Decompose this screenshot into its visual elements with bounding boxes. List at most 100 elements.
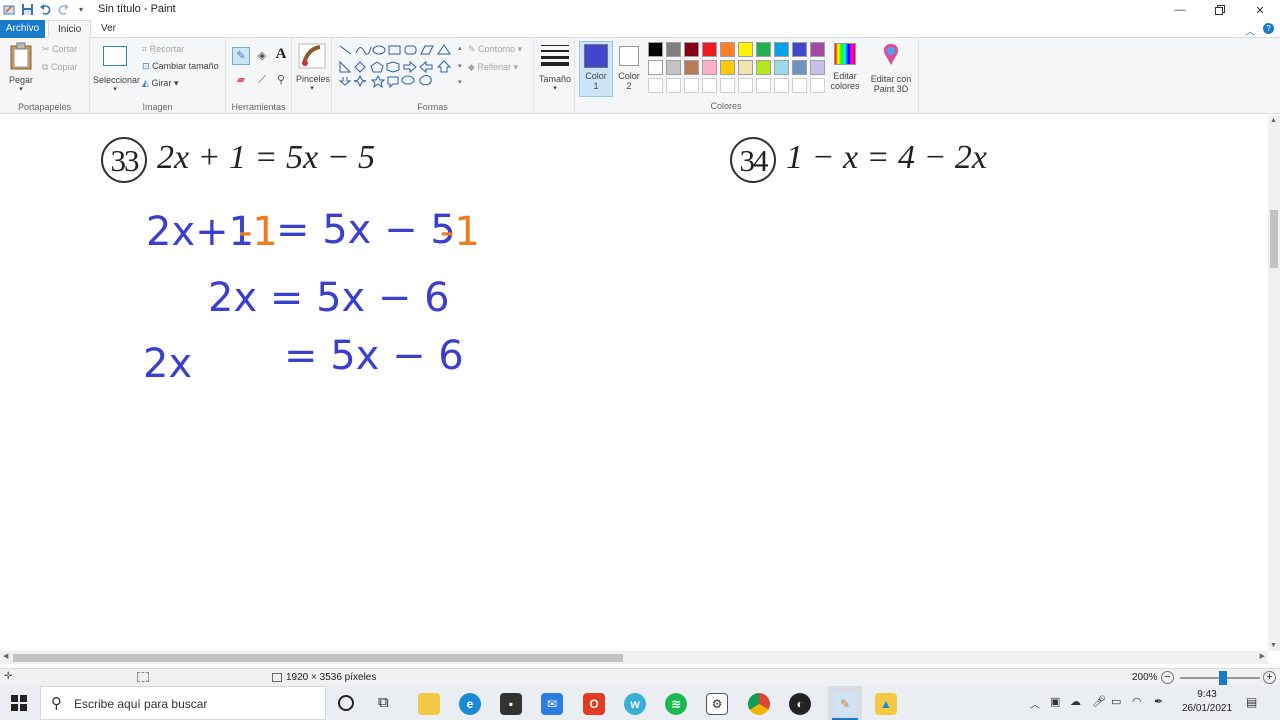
select-button[interactable]: Seleccionar ▾	[93, 44, 140, 93]
cut-button[interactable]: ✂ Cortar	[42, 44, 77, 55]
tab-view[interactable]: Ver	[92, 20, 125, 38]
collapse-ribbon-icon[interactable]: ︿	[1245, 23, 1255, 38]
custom-color-slot[interactable]	[792, 78, 807, 93]
windows-start-icon[interactable]	[11, 695, 27, 714]
shapes-scroll-up-icon[interactable]: ▴	[458, 44, 462, 52]
eraser-icon[interactable]: ▰	[232, 71, 250, 89]
shapes-scroll-down-icon[interactable]: ▾	[458, 62, 462, 70]
notifications-icon[interactable]: ▤	[1246, 695, 1257, 709]
color-swatch[interactable]	[648, 42, 663, 57]
drawing-canvas[interactable]: 33 2x + 1 = 5x − 5 34 1 − x = 4 − 2x 2x+1 …	[0, 115, 1268, 651]
horizontal-scroll-thumb[interactable]	[13, 654, 623, 662]
show-hidden-icons[interactable]: ︿	[1030, 696, 1040, 711]
pen-icon[interactable]: ✒	[1154, 695, 1163, 708]
scroll-left-icon[interactable]: ◀	[3, 652, 8, 660]
pencil-tool-icon[interactable]: ✎	[232, 47, 250, 65]
color1-selector[interactable]: Color 1	[579, 41, 613, 97]
task-view-icon[interactable]: ⧉	[378, 694, 389, 711]
settings-gear-icon[interactable]: ⚙	[706, 693, 728, 715]
battery-icon[interactable]: ▭	[1111, 695, 1121, 708]
color-swatch[interactable]	[648, 60, 663, 75]
paste-button[interactable]: Pegar ▾	[7, 42, 35, 94]
color-swatch[interactable]	[756, 60, 771, 75]
file-explorer-icon[interactable]	[418, 693, 440, 715]
magnifier-icon[interactable]: ⚲	[272, 71, 290, 89]
zoom-out-button[interactable]: −	[1161, 671, 1174, 684]
tab-home[interactable]: Inicio	[48, 20, 92, 39]
zoom-in-button[interactable]: +	[1263, 671, 1276, 684]
custom-color-slot[interactable]	[702, 78, 717, 93]
color-swatch[interactable]	[720, 60, 735, 75]
vertical-scrollbar[interactable]: ▲ ▼	[1268, 115, 1280, 651]
edge-icon[interactable]: e	[459, 693, 481, 715]
minimize-button[interactable]: —	[1160, 0, 1200, 20]
copy-button[interactable]: ⧉ Copiar	[42, 62, 77, 73]
shapes-gallery[interactable]	[338, 43, 458, 93]
zoom-slider-thumb[interactable]	[1219, 671, 1227, 685]
drive-icon[interactable]: ▲	[875, 693, 897, 715]
onedrive-icon[interactable]: ☁	[1070, 695, 1081, 708]
color-swatch[interactable]	[720, 42, 735, 57]
help-icon[interactable]: ?	[1263, 23, 1274, 34]
fill-button[interactable]: ◆ Rellenar ▾	[468, 62, 518, 73]
vertical-scroll-thumb[interactable]	[1270, 210, 1278, 268]
restore-button[interactable]	[1200, 0, 1240, 20]
custom-color-slot[interactable]	[666, 78, 681, 93]
chrome-icon[interactable]	[748, 693, 770, 715]
taskbar-clock[interactable]: 9:43 26/01/2021	[1180, 689, 1234, 714]
spotify-icon[interactable]: ≋	[665, 693, 687, 715]
custom-color-slot[interactable]	[648, 78, 663, 93]
office-icon[interactable]: O	[583, 693, 605, 715]
save-icon[interactable]	[20, 2, 34, 16]
wifi-icon[interactable]: ◠	[1132, 695, 1142, 708]
color-swatch[interactable]	[666, 60, 681, 75]
whiteboard-app-icon[interactable]: w	[624, 693, 646, 715]
edit-paint3d-button[interactable]: Editar con Paint 3D	[866, 43, 916, 94]
fill-bucket-icon[interactable]: ◈	[253, 47, 271, 65]
text-tool-icon[interactable]: A	[272, 46, 290, 64]
color-swatch[interactable]	[702, 60, 717, 75]
custom-color-slot[interactable]	[738, 78, 753, 93]
color-swatch[interactable]	[684, 60, 699, 75]
resize-button[interactable]: ⊡ Cambiar tamaño	[142, 61, 219, 72]
size-button[interactable]: Tamaño ▾	[536, 43, 574, 92]
color-swatch[interactable]	[738, 42, 753, 57]
tab-file[interactable]: Archivo	[0, 20, 45, 38]
color2-selector[interactable]: Color 2	[614, 41, 644, 97]
customize-qat-icon[interactable]: ▾	[74, 2, 88, 16]
redo-icon[interactable]	[56, 2, 70, 16]
brushes-button[interactable]: Pinceles ▾	[296, 43, 330, 92]
custom-color-slot[interactable]	[720, 78, 735, 93]
mail-icon[interactable]: ✉	[541, 693, 563, 715]
taskbar-search-box[interactable]: ⚲ Escribe aquí para buscar	[40, 686, 326, 720]
horizontal-scrollbar[interactable]: ◀ ▶	[0, 651, 1268, 664]
outline-button[interactable]: ✎ Contorno ▾	[468, 44, 522, 55]
scroll-up-icon[interactable]: ▲	[1270, 117, 1277, 124]
obs-icon[interactable]: ◐	[789, 693, 811, 715]
color-swatch[interactable]	[666, 42, 681, 57]
scroll-down-icon[interactable]: ▼	[1270, 642, 1277, 649]
color-swatch[interactable]	[810, 60, 825, 75]
color-picker-icon[interactable]: ⟋	[253, 71, 271, 89]
color-swatch[interactable]	[810, 42, 825, 57]
color-swatch[interactable]	[702, 42, 717, 57]
color-swatch[interactable]	[684, 42, 699, 57]
crop-button[interactable]: ⌗ Recortar	[142, 44, 184, 55]
paint-app-icon[interactable]	[2, 2, 16, 16]
store-icon[interactable]: ▪	[500, 693, 522, 715]
color-swatch[interactable]	[774, 60, 789, 75]
color-swatch[interactable]	[738, 60, 753, 75]
custom-color-slot[interactable]	[756, 78, 771, 93]
undo-icon[interactable]	[38, 2, 52, 16]
custom-color-slot[interactable]	[684, 78, 699, 93]
color-swatch[interactable]	[792, 42, 807, 57]
scroll-right-icon[interactable]: ▶	[1260, 652, 1265, 660]
custom-color-slot[interactable]	[810, 78, 825, 93]
meet-now-icon[interactable]: ▣	[1050, 695, 1060, 708]
paint-taskbar-active[interactable]: ✎	[828, 686, 862, 720]
close-button[interactable]: ✕	[1240, 0, 1280, 20]
shapes-expand-icon[interactable]: ▾	[458, 78, 462, 86]
rotate-button[interactable]: ◭ Girar ▾	[142, 78, 178, 89]
color-swatch[interactable]	[756, 42, 771, 57]
cortana-icon[interactable]	[338, 695, 354, 711]
